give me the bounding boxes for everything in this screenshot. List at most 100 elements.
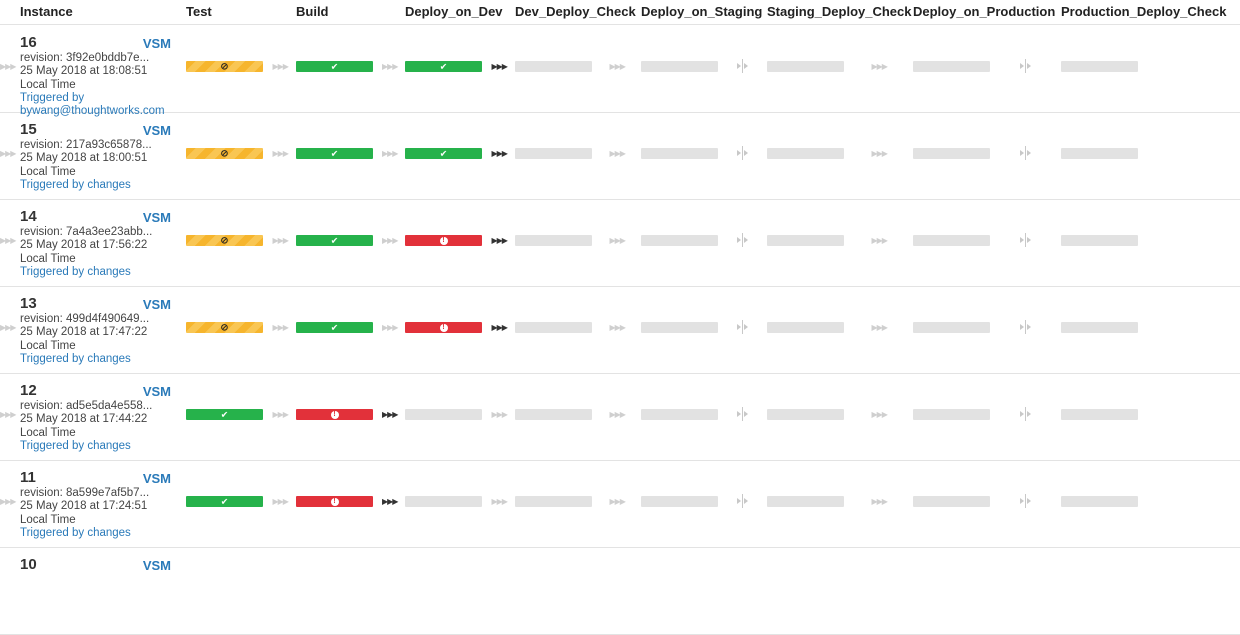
triggered-by-link[interactable]: Triggered by changes <box>20 179 175 192</box>
triggered-by-link[interactable]: Triggered by changes <box>20 527 175 540</box>
stage-test-cancelled[interactable]: ⊘ <box>186 322 263 333</box>
triple-arrow-icon: ▶▶▶ <box>382 236 399 245</box>
stage-dev-deploy-check-unknown[interactable] <box>515 409 592 420</box>
stage-deploy-on-staging-unknown[interactable] <box>641 235 718 246</box>
triple-arrow-icon: ▶▶▶ <box>491 62 509 71</box>
vsm-link[interactable]: VSM <box>143 558 171 573</box>
column-header-staging-deploy-check: Staging_Deploy_Check <box>767 4 912 19</box>
stage-deploy-on-dev-passed[interactable]: ✔ <box>405 148 482 159</box>
stage-deploy-on-production-unknown[interactable] <box>913 148 990 159</box>
manual-gate-icon[interactable] <box>736 407 750 421</box>
stage-deploy-on-staging-unknown[interactable] <box>641 496 718 507</box>
exclamation-icon: ! <box>330 410 339 419</box>
manual-gate-icon[interactable] <box>736 494 750 508</box>
stage-deploy-on-staging-unknown[interactable] <box>641 409 718 420</box>
triple-arrow-icon: ▶▶▶ <box>491 149 509 158</box>
column-header-deploy-on-staging: Deploy_on_Staging <box>641 4 763 19</box>
stage-build-passed[interactable]: ✔ <box>296 148 373 159</box>
schedule-date: 25 May 2018 at 18:08:51 <box>20 65 148 78</box>
instance-info: 15 VSM revision: 217a93c65878... 25 May 201… <box>20 121 175 192</box>
triple-arrow-icon: ▶▶▶ <box>272 149 290 158</box>
stage-production-deploy-check-unknown[interactable] <box>1061 496 1138 507</box>
stage-deploy-on-dev-unknown[interactable] <box>405 496 482 507</box>
triple-arrow-icon: ▶▶▶ <box>382 149 399 158</box>
triple-arrow-icon: ▶▶▶ <box>272 497 290 506</box>
stage-dev-deploy-check-unknown[interactable] <box>515 148 592 159</box>
triggered-by-link[interactable]: Triggered by changes <box>20 266 175 279</box>
check-icon: ✔ <box>330 322 339 332</box>
stage-deploy-on-production-unknown[interactable] <box>913 409 990 420</box>
manual-gate-icon[interactable] <box>736 146 750 160</box>
stage-deploy-on-dev-unknown[interactable] <box>405 409 482 420</box>
manual-gate-icon[interactable] <box>1019 59 1033 73</box>
stage-staging-deploy-check-unknown[interactable] <box>767 235 844 246</box>
stage-test-cancelled[interactable]: ⊘ <box>186 148 263 159</box>
stage-deploy-on-dev-failed[interactable]: ! <box>405 322 482 333</box>
stage-production-deploy-check-unknown[interactable] <box>1061 235 1138 246</box>
triple-arrow-icon: ▶▶▶ <box>0 62 17 71</box>
manual-gate-icon[interactable] <box>1019 494 1033 508</box>
stage-build-failed[interactable]: ! <box>296 409 373 420</box>
triple-arrow-icon: ▶▶▶ <box>491 323 509 332</box>
vsm-link[interactable]: VSM <box>143 123 171 138</box>
triggered-by-link[interactable]: Triggered by changes <box>20 353 175 366</box>
stage-deploy-on-production-unknown[interactable] <box>913 235 990 246</box>
manual-gate-icon[interactable] <box>736 320 750 334</box>
vsm-link[interactable]: VSM <box>143 384 171 399</box>
stage-deploy-on-staging-unknown[interactable] <box>641 61 718 72</box>
stage-test-passed[interactable]: ✔ <box>186 496 263 507</box>
stage-staging-deploy-check-unknown[interactable] <box>767 322 844 333</box>
stage-deploy-on-production-unknown[interactable] <box>913 496 990 507</box>
stage-deploy-on-production-unknown[interactable] <box>913 322 990 333</box>
vsm-link[interactable]: VSM <box>143 297 171 312</box>
manual-gate-icon[interactable] <box>736 59 750 73</box>
check-icon: ✔ <box>330 148 339 158</box>
triple-arrow-icon: ▶▶▶ <box>272 410 290 419</box>
vsm-link[interactable]: VSM <box>143 36 171 51</box>
manual-gate-icon[interactable] <box>1019 146 1033 160</box>
stage-deploy-on-staging-unknown[interactable] <box>641 148 718 159</box>
stage-test-passed[interactable]: ✔ <box>186 409 263 420</box>
stage-production-deploy-check-unknown[interactable] <box>1061 409 1138 420</box>
triple-arrow-icon: ▶▶▶ <box>0 323 17 332</box>
stage-dev-deploy-check-unknown[interactable] <box>515 496 592 507</box>
stage-dev-deploy-check-unknown[interactable] <box>515 235 592 246</box>
manual-gate-icon[interactable] <box>1019 320 1033 334</box>
vsm-link[interactable]: VSM <box>143 471 171 486</box>
stage-build-passed[interactable]: ✔ <box>296 61 373 72</box>
local-time-label: Local Time <box>20 78 76 91</box>
stage-staging-deploy-check-unknown[interactable] <box>767 61 844 72</box>
triple-arrow-icon: ▶▶▶ <box>0 497 17 506</box>
revision-text: revision: 8a599e7af5b7... <box>20 487 150 499</box>
manual-gate-icon[interactable] <box>736 233 750 247</box>
column-header-build: Build <box>296 4 329 19</box>
instance-info: 13 VSM revision: 499d4f490649... 25 May 201… <box>20 295 175 366</box>
pipeline-instance-row: 13 VSM revision: 499d4f490649... 25 May 201… <box>0 286 1240 374</box>
stage-staging-deploy-check-unknown[interactable] <box>767 496 844 507</box>
stage-deploy-on-staging-unknown[interactable] <box>641 322 718 333</box>
stage-dev-deploy-check-unknown[interactable] <box>515 322 592 333</box>
stage-production-deploy-check-unknown[interactable] <box>1061 322 1138 333</box>
stage-production-deploy-check-unknown[interactable] <box>1061 148 1138 159</box>
stage-build-passed[interactable]: ✔ <box>296 235 373 246</box>
stage-dev-deploy-check-unknown[interactable] <box>515 61 592 72</box>
stage-build-failed[interactable]: ! <box>296 496 373 507</box>
stage-deploy-on-production-unknown[interactable] <box>913 61 990 72</box>
stage-production-deploy-check-unknown[interactable] <box>1061 61 1138 72</box>
stage-deploy-on-dev-passed[interactable]: ✔ <box>405 61 482 72</box>
pipeline-instance-row: 14 VSM revision: 7a4a3ee23abb... 25 May 201… <box>0 199 1240 287</box>
manual-gate-icon[interactable] <box>1019 407 1033 421</box>
local-time-label: Local Time <box>20 426 76 439</box>
triple-arrow-icon: ▶▶▶ <box>0 410 17 419</box>
stage-build-passed[interactable]: ✔ <box>296 322 373 333</box>
stage-test-cancelled[interactable]: ⊘ <box>186 235 263 246</box>
stage-test-cancelled[interactable]: ⊘ <box>186 61 263 72</box>
manual-gate-icon[interactable] <box>1019 233 1033 247</box>
stage-staging-deploy-check-unknown[interactable] <box>767 148 844 159</box>
stage-deploy-on-dev-failed[interactable]: ! <box>405 235 482 246</box>
triggered-by-link[interactable]: Triggered by <box>20 92 175 105</box>
instance-info: 12 VSM revision: ad5e5da4e558... 25 May 201… <box>20 382 175 453</box>
triggered-by-link[interactable]: Triggered by changes <box>20 440 175 453</box>
stage-staging-deploy-check-unknown[interactable] <box>767 409 844 420</box>
vsm-link[interactable]: VSM <box>143 210 171 225</box>
